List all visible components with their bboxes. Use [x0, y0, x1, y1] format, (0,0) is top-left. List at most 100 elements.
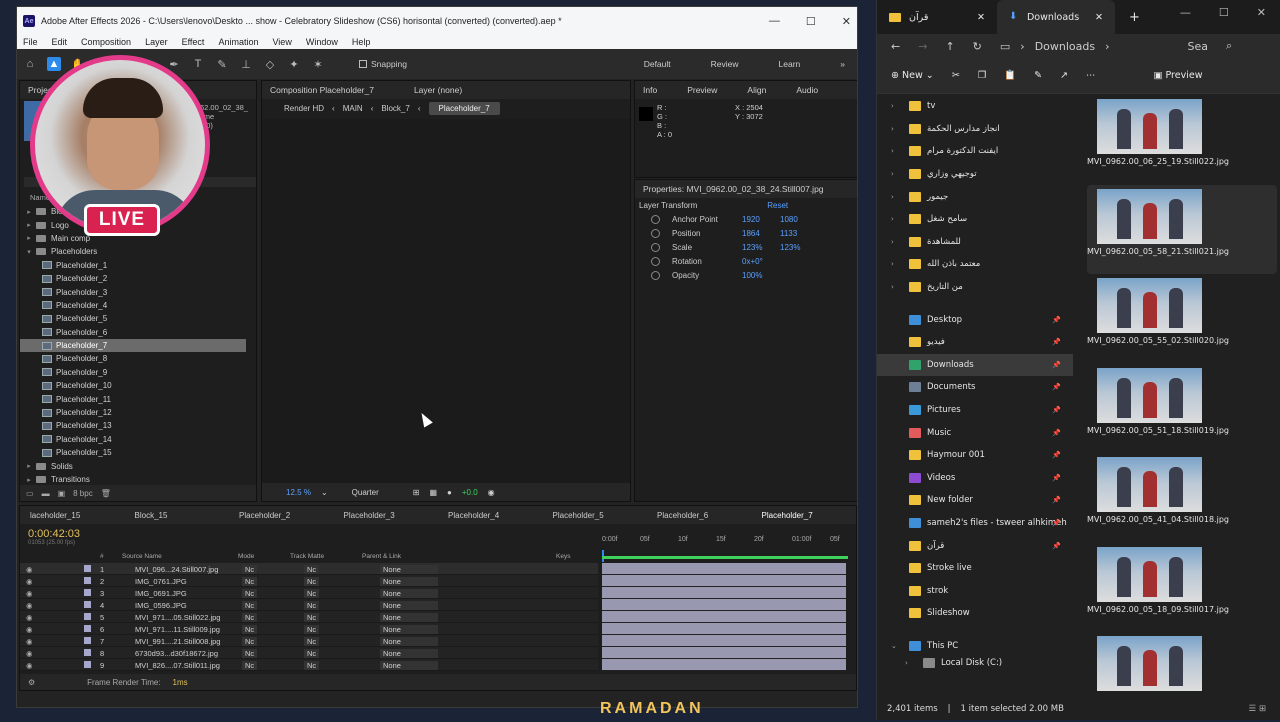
layer-source-name[interactable]: MVI_971....11.Still009.jpg — [135, 625, 220, 634]
nav-quick-access-item[interactable]: Downloads 📌 — [877, 353, 1073, 377]
twirl-icon[interactable]: ▸ — [24, 462, 34, 470]
pin-icon[interactable]: 📌 — [1052, 496, 1061, 504]
layer-duration-bar[interactable] — [602, 659, 846, 671]
project-comp-item[interactable]: Placeholder_15 — [20, 446, 246, 459]
nav-quick-access-item[interactable]: sameh2's files - tsweer alhkimeh 📌 — [877, 512, 1073, 535]
label-color-swatch[interactable] — [84, 577, 91, 584]
project-comp-item[interactable]: Placeholder_2 — [20, 272, 246, 285]
label-color-swatch[interactable] — [84, 601, 91, 608]
layer-source-name[interactable]: MVI_826....07.Still011.jpg — [135, 661, 220, 670]
timeline-layer-row[interactable]: ◉ 1 MVI_096...24.Still007.jpg Nc Nc None — [20, 563, 598, 575]
maximize-icon[interactable]: ☐ — [1219, 6, 1229, 19]
zoom-dropdown-icon[interactable]: ⌄ — [321, 488, 328, 497]
back-icon[interactable]: ← — [891, 40, 900, 53]
pin-icon[interactable]: 📌 — [1052, 338, 1061, 346]
menu-help[interactable]: Help — [352, 37, 371, 47]
workspace-learn[interactable]: Learn — [779, 59, 801, 69]
layer-mode-select[interactable]: Nc — [242, 565, 258, 574]
col-mode[interactable]: Mode — [238, 553, 254, 560]
property-value-2[interactable]: 1133 — [780, 229, 818, 238]
cut-icon[interactable]: ✂ — [952, 70, 960, 81]
tab-downloads[interactable]: ⬇ Downloads ✕ — [996, 0, 1115, 34]
eye-icon[interactable]: ◉ — [26, 565, 33, 574]
property-value-2[interactable]: 123% — [780, 243, 818, 252]
layer-parent-select[interactable]: None — [380, 601, 438, 610]
project-comp-item[interactable]: Placeholder_13 — [20, 419, 246, 432]
label-color-swatch[interactable] — [84, 613, 91, 620]
layer-duration-bar[interactable] — [602, 611, 846, 623]
eye-icon[interactable]: ◉ — [26, 661, 33, 670]
stopwatch-icon[interactable] — [651, 242, 660, 252]
layer-mode-select[interactable]: Nc — [242, 577, 258, 586]
chevron-right-icon[interactable]: › — [891, 170, 905, 178]
layer-source-name[interactable]: IMG_0596.JPG — [135, 601, 187, 610]
timeline-layer-row[interactable]: ◉ 3 IMG_0691.JPG Nc Nc None — [20, 587, 598, 599]
workspace-default[interactable]: Default — [644, 59, 671, 69]
project-comp-item[interactable]: Placeholder_1 — [20, 259, 246, 272]
work-area-bar[interactable] — [602, 556, 848, 559]
twirl-icon[interactable]: ▸ — [24, 208, 34, 216]
col-keys[interactable]: Keys — [556, 553, 570, 560]
nav-quick-access-item[interactable]: Pictures 📌 — [877, 399, 1073, 422]
minimize-icon[interactable]: — — [769, 15, 780, 27]
nav-folder-item[interactable]: › توجيهي وزاري — [877, 163, 1073, 186]
layer-parent-select[interactable]: None — [380, 649, 438, 658]
timeline-tab[interactable]: Placeholder_5 — [543, 511, 648, 520]
layer-duration-bar[interactable] — [602, 575, 846, 587]
chevron-right-icon[interactable]: › — [891, 283, 905, 291]
nav-quick-access-item[interactable]: Videos 📌 — [877, 467, 1073, 490]
layer-mode-select[interactable]: Nc — [242, 589, 258, 598]
copy-icon[interactable]: ❐ — [978, 70, 987, 81]
timeline-tab[interactable]: Placeholder_6 — [647, 511, 752, 520]
view-toggle-icons[interactable]: ☰ ⊞ — [1249, 704, 1266, 714]
layer-mode-select[interactable]: Nc — [242, 601, 258, 610]
home-icon[interactable]: ⌂ — [23, 57, 37, 71]
timecode[interactable]: 0:00:42:03 — [28, 528, 80, 540]
interpret-footage-icon[interactable]: ▭ — [26, 489, 34, 498]
timeline-layer-row[interactable]: ◉ 2 IMG_0761.JPG Nc Nc None — [20, 575, 598, 587]
nav-quick-access-item[interactable]: Slideshow — [877, 602, 1073, 625]
layer-track-matte-select[interactable]: Nc — [304, 625, 320, 634]
transparency-icon[interactable]: ▦ — [429, 488, 437, 497]
nav-folder-item[interactable]: › سامح شغل — [877, 208, 1073, 231]
menu-view[interactable]: View — [272, 37, 291, 47]
snapping-toggle[interactable]: Snapping — [359, 59, 407, 69]
comp-viewer[interactable] — [262, 119, 630, 483]
layer-duration-bar[interactable] — [602, 587, 846, 599]
paste-icon[interactable]: 📋 — [1004, 70, 1016, 81]
eye-icon[interactable]: ◉ — [26, 613, 33, 622]
chevron-right-icon[interactable]: › — [891, 215, 905, 223]
nav-quick-access-item[interactable]: Haymour 001 📌 — [877, 444, 1073, 467]
nav-folder-item[interactable]: › جيمور — [877, 185, 1073, 208]
layer-track-matte-select[interactable]: Nc — [304, 613, 320, 622]
exposure-value[interactable]: +0.0 — [462, 488, 478, 497]
chevron-right-icon[interactable]: › — [905, 659, 919, 667]
file-thumbnail[interactable]: MVI_0962.00_06_25_19.Still022.jpg — [1087, 95, 1277, 185]
project-comp-item[interactable]: Placeholder_6 — [20, 326, 246, 339]
eraser-tool-icon[interactable]: ◇ — [263, 57, 277, 71]
label-color-swatch[interactable] — [84, 625, 91, 632]
preview-button[interactable]: ▣ Preview — [1154, 70, 1203, 81]
stopwatch-icon[interactable] — [651, 214, 660, 224]
timeline-layer-row[interactable]: ◉ 4 IMG_0596.JPG Nc Nc None — [20, 599, 598, 611]
col-track-matte[interactable]: Track Matte — [290, 553, 324, 560]
timeline-layer-row[interactable]: ◉ 8 6730d93...d30f18672.jpg Nc Nc None — [20, 647, 598, 659]
color-icon[interactable]: ● — [447, 488, 452, 497]
file-thumbnail[interactable]: MVI_0962.00_05_51_18.Still019.jpg — [1087, 364, 1277, 454]
forward-icon[interactable]: → — [918, 40, 927, 53]
layer-track-matte-select[interactable]: Nc — [304, 589, 320, 598]
close-icon[interactable]: ✕ — [1257, 6, 1266, 19]
tab-align[interactable]: Align — [747, 85, 766, 95]
property-value-1[interactable]: 0x+0° — [742, 257, 780, 266]
layer-track-matte-select[interactable]: Nc — [304, 565, 320, 574]
twirl-icon[interactable]: ▸ — [24, 221, 34, 229]
nav-folder-item[interactable]: › انجاز مدارس الحكمة — [877, 118, 1073, 141]
nav-local-disk[interactable]: › Local Disk (C:) — [877, 657, 1073, 669]
timeline-tab[interactable]: Placeholder_7 — [752, 511, 857, 520]
layer-source-name[interactable]: IMG_0761.JPG — [135, 577, 187, 586]
layer-duration-bar[interactable] — [602, 623, 846, 635]
nav-this-pc[interactable]: ⌄ This PC — [877, 635, 1073, 658]
property-value-2[interactable]: 1080 — [780, 215, 818, 224]
menu-window[interactable]: Window — [306, 37, 338, 47]
minimize-icon[interactable]: — — [1180, 6, 1191, 19]
